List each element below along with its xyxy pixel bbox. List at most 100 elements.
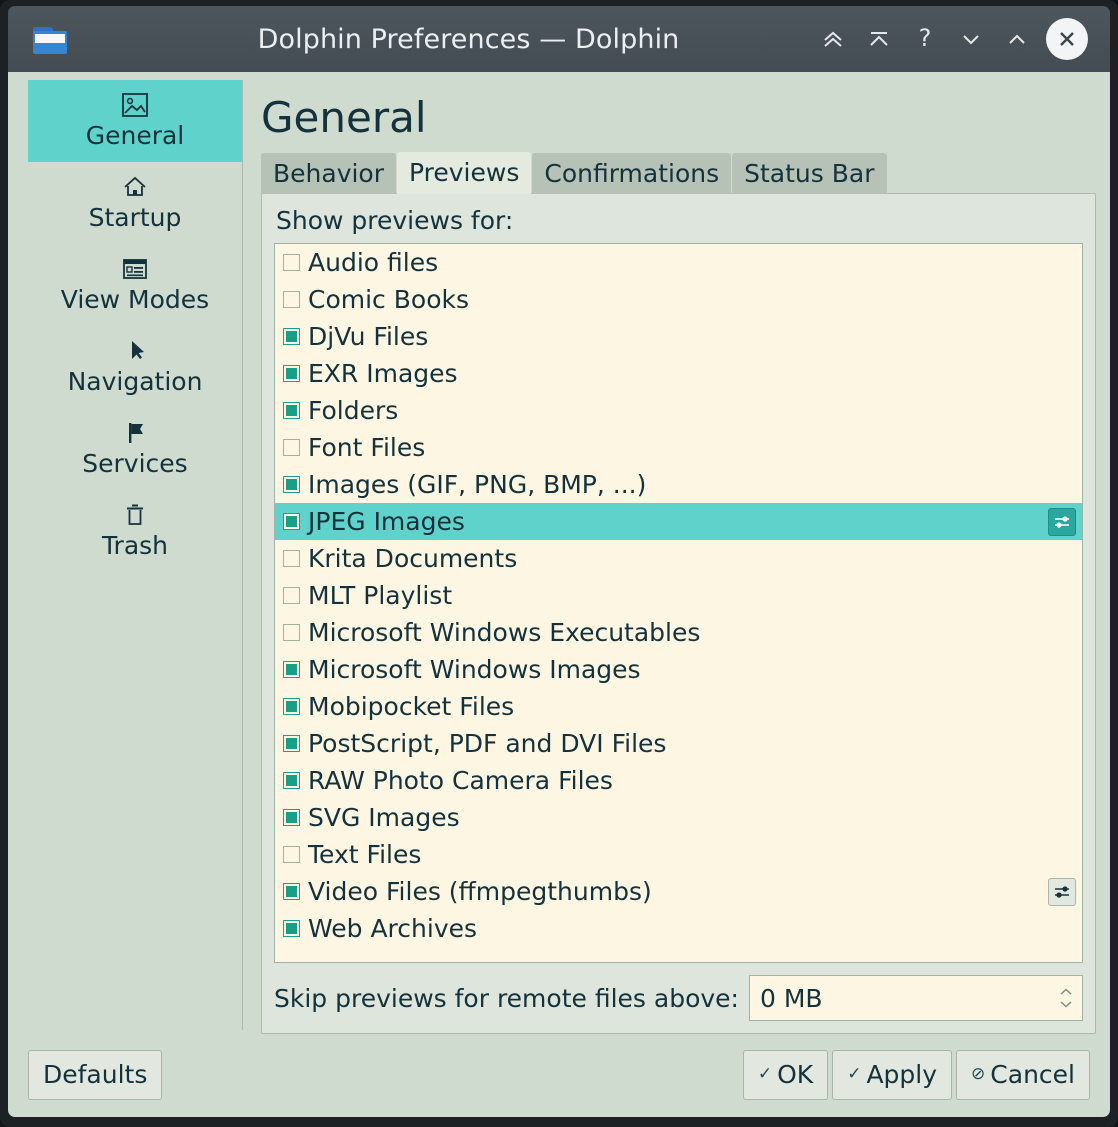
preview-type-row[interactable]: Text Files [275, 836, 1082, 873]
flag-icon [28, 418, 242, 448]
preview-type-label: PostScript, PDF and DVI Files [308, 729, 667, 758]
preview-type-checkbox[interactable] [283, 254, 300, 271]
preview-type-label: Comic Books [308, 285, 469, 314]
sidebar-item-trash[interactable]: Trash [28, 490, 242, 572]
shade-icon[interactable] [856, 16, 902, 62]
preview-type-row[interactable]: JPEG Images [275, 503, 1082, 540]
preview-type-row[interactable]: Microsoft Windows Executables [275, 614, 1082, 651]
preview-type-row[interactable]: Font Files [275, 429, 1082, 466]
help-icon[interactable]: ? [902, 16, 948, 62]
preview-type-checkbox[interactable] [283, 920, 300, 937]
preview-type-label: EXR Images [308, 359, 458, 388]
sidebar-item-label: Startup [88, 203, 182, 232]
sidebar-item-label: View Modes [60, 285, 210, 314]
preview-type-checkbox[interactable] [283, 439, 300, 456]
preview-type-row[interactable]: DjVu Files [275, 318, 1082, 355]
preview-type-checkbox[interactable] [283, 513, 300, 530]
configure-icon[interactable] [1048, 507, 1076, 536]
keep-above-icon[interactable] [810, 16, 856, 62]
preview-type-row[interactable]: Microsoft Windows Images [275, 651, 1082, 688]
tab-status-bar[interactable]: Status Bar [732, 153, 887, 194]
skip-previews-value: 0 MB [759, 983, 823, 1013]
preview-type-row[interactable]: Audio files [275, 244, 1082, 281]
preview-type-checkbox[interactable] [283, 402, 300, 419]
tab-previews[interactable]: Previews [397, 152, 532, 194]
preview-type-checkbox[interactable] [283, 698, 300, 715]
preview-type-label: Microsoft Windows Images [308, 655, 641, 684]
defaults-button[interactable]: Defaults [28, 1050, 163, 1100]
preview-type-checkbox[interactable] [283, 587, 300, 604]
trash-icon [28, 500, 242, 530]
preview-type-label: MLT Playlist [308, 581, 453, 610]
tab-label: Behavior [273, 158, 385, 188]
preview-type-checkbox[interactable] [283, 846, 300, 863]
preview-type-checkbox[interactable] [283, 328, 300, 345]
window-controls: ? [810, 16, 1088, 62]
preview-type-checkbox[interactable] [283, 809, 300, 826]
preview-type-row[interactable]: Mobipocket Files [275, 688, 1082, 725]
preview-type-row[interactable]: EXR Images [275, 355, 1082, 392]
preview-type-checkbox[interactable] [283, 661, 300, 678]
tab-label: Status Bar [744, 158, 875, 188]
preview-type-row[interactable]: Krita Documents [275, 540, 1082, 577]
preview-type-checkbox[interactable] [283, 550, 300, 567]
configure-icon[interactable] [1048, 877, 1076, 906]
preview-type-row[interactable]: Images (GIF, PNG, BMP, ...) [275, 466, 1082, 503]
spinner-arrows[interactable] [1058, 987, 1074, 1009]
preview-type-row[interactable]: SVG Images [275, 799, 1082, 836]
apply-label: Apply [866, 1059, 938, 1089]
folder-icon [33, 25, 67, 54]
sidebar-item-startup[interactable]: Startup [28, 162, 242, 244]
preview-type-label: Web Archives [308, 914, 478, 943]
previews-group: Show previews for: Audio files Comic Book… [261, 193, 1096, 1034]
preview-type-row[interactable]: PostScript, PDF and DVI Files [275, 725, 1082, 762]
ok-button[interactable]: ✓ OK [742, 1050, 829, 1100]
titlebar: Dolphin Preferences — Dolphin ? [8, 6, 1110, 72]
sidebar-item-navigation[interactable]: Navigation [28, 326, 242, 408]
sidebar-item-general[interactable]: General [28, 80, 242, 162]
preview-type-label: JPEG Images [308, 507, 465, 536]
spinner-up-icon [1060, 988, 1072, 995]
check-icon: ✓ [757, 1064, 773, 1084]
preview-type-checkbox[interactable] [283, 365, 300, 382]
preview-type-row[interactable]: Comic Books [275, 281, 1082, 318]
page-title: General [261, 93, 427, 142]
preview-type-row[interactable]: Web Archives [275, 910, 1082, 947]
preview-type-checkbox[interactable] [283, 291, 300, 308]
preview-type-label: Text Files [308, 840, 422, 869]
preview-types-list[interactable]: Audio files Comic Books DjVu Files EXR Imag… [274, 243, 1083, 963]
sidebar: General Startup View Modes Navigation Se… [28, 80, 243, 1030]
preview-type-checkbox[interactable] [283, 735, 300, 752]
skip-previews-spinbox[interactable]: 0 MB [748, 975, 1083, 1021]
preview-type-checkbox[interactable] [283, 883, 300, 900]
cancel-button[interactable]: ⊘ Cancel [956, 1050, 1090, 1100]
preview-type-checkbox[interactable] [283, 624, 300, 641]
preview-type-label: Font Files [308, 433, 426, 462]
preview-type-label: DjVu Files [308, 322, 429, 351]
sidebar-item-services[interactable]: Services [28, 408, 242, 490]
preview-type-label: Mobipocket Files [308, 692, 515, 721]
settings-pane: General Behavior Previews Confirmations … [252, 80, 1096, 1034]
preview-type-checkbox[interactable] [283, 476, 300, 493]
preview-type-row[interactable]: MLT Playlist [275, 577, 1082, 614]
sidebar-item-label: Services [82, 449, 188, 478]
preview-type-row[interactable]: Folders [275, 392, 1082, 429]
tab-confirmations[interactable]: Confirmations [532, 153, 732, 194]
sidebar-item-label: Navigation [67, 367, 203, 396]
apply-button[interactable]: ✓ Apply [832, 1050, 953, 1100]
preview-type-row[interactable]: Video Files (ffmpegthumbs) [275, 873, 1082, 910]
preview-type-row[interactable]: RAW Photo Camera Files [275, 762, 1082, 799]
view-list-icon [28, 254, 242, 284]
minimize-icon[interactable] [948, 16, 994, 62]
preview-type-label: Krita Documents [308, 544, 518, 573]
ok-label: OK [777, 1059, 814, 1089]
dialog-body: General Startup View Modes Navigation Se… [8, 72, 1110, 1117]
no-entry-icon: ⊘ [971, 1064, 986, 1084]
sidebar-item-view-modes[interactable]: View Modes [28, 244, 242, 326]
preview-type-checkbox[interactable] [283, 772, 300, 789]
dialog-footer: Defaults ✓ OK ✓ Apply ⊘ Cancel [28, 1047, 1090, 1103]
preview-type-label: Video Files (ffmpegthumbs) [308, 877, 652, 906]
tab-behavior[interactable]: Behavior [261, 153, 397, 194]
maximize-icon[interactable] [994, 16, 1040, 62]
close-icon[interactable] [1046, 18, 1088, 60]
